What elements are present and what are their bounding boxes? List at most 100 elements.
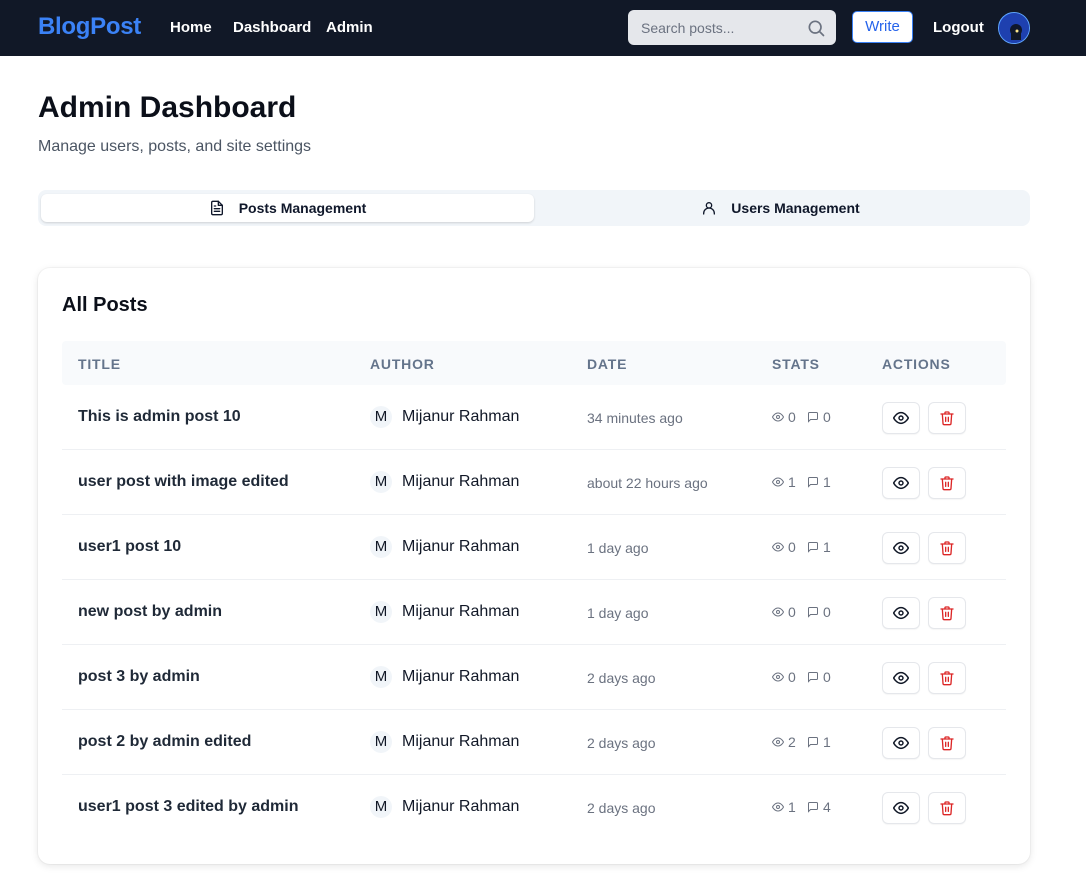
- delete-post-button[interactable]: [928, 727, 966, 759]
- column-header-author: AUTHOR: [370, 356, 435, 372]
- author-avatar: M: [370, 731, 392, 753]
- trash-icon: [940, 801, 954, 816]
- tab-label: Users Management: [731, 200, 860, 216]
- comment-icon: [808, 412, 818, 423]
- delete-post-button[interactable]: [928, 597, 966, 629]
- delete-post-button[interactable]: [928, 532, 966, 564]
- post-stats: 0 0: [772, 604, 831, 620]
- view-count: 1: [788, 799, 796, 815]
- eye-icon: [893, 411, 909, 425]
- post-title[interactable]: This is admin post 10: [78, 408, 241, 426]
- post-stats: 0 1: [772, 539, 831, 555]
- trash-icon: [940, 411, 954, 426]
- author-name: Mijanur Rahman: [402, 408, 520, 425]
- trash-icon: [940, 671, 954, 686]
- post-stats: 2 1: [772, 734, 831, 750]
- search-box: [628, 10, 836, 45]
- author-avatar: M: [370, 406, 392, 428]
- write-button[interactable]: Write: [852, 11, 913, 43]
- column-header-stats: STATS: [772, 356, 820, 372]
- author-avatar: M: [370, 796, 392, 818]
- view-count: 2: [788, 734, 796, 750]
- post-title[interactable]: user post with image edited: [78, 473, 289, 491]
- view-post-button[interactable]: [882, 727, 920, 759]
- eye-icon: [772, 737, 784, 747]
- delete-post-button[interactable]: [928, 402, 966, 434]
- author-name: Mijanur Rahman: [402, 668, 520, 685]
- author-name: Mijanur Rahman: [402, 603, 520, 620]
- view-count: 0: [788, 604, 796, 620]
- column-header-actions: ACTIONS: [882, 356, 951, 372]
- file-text-icon: [210, 200, 223, 216]
- eye-icon: [772, 607, 784, 617]
- nav-link-admin[interactable]: Admin: [326, 19, 373, 36]
- eye-icon: [893, 606, 909, 620]
- post-date: about 22 hours ago: [587, 475, 708, 491]
- post-date: 2 days ago: [587, 735, 656, 751]
- comment-count: 0: [823, 604, 831, 620]
- nav-link-home[interactable]: Home: [170, 19, 212, 36]
- view-post-button[interactable]: [882, 467, 920, 499]
- tab-users-management[interactable]: Users Management: [534, 194, 1027, 222]
- post-date: 2 days ago: [587, 670, 656, 686]
- author-name: Mijanur Rahman: [402, 473, 520, 490]
- post-date: 1 day ago: [587, 540, 649, 556]
- post-title[interactable]: post 2 by admin edited: [78, 733, 251, 751]
- table-row: user post with image edited M Mijanur Ra…: [62, 450, 1006, 515]
- view-count: 1: [788, 474, 796, 490]
- trash-icon: [940, 541, 954, 556]
- author-name: Mijanur Rahman: [402, 798, 520, 815]
- comment-count: 4: [823, 799, 831, 815]
- post-title[interactable]: new post by admin: [78, 603, 222, 621]
- avatar-image: [999, 13, 1029, 43]
- comment-icon: [808, 477, 818, 488]
- author-name: Mijanur Rahman: [402, 538, 520, 555]
- comment-count: 1: [823, 734, 831, 750]
- post-date: 2 days ago: [587, 800, 656, 816]
- user-avatar[interactable]: [998, 12, 1030, 44]
- view-post-button[interactable]: [882, 597, 920, 629]
- delete-post-button[interactable]: [928, 662, 966, 694]
- post-title[interactable]: post 3 by admin: [78, 668, 200, 686]
- search-input[interactable]: [628, 10, 798, 45]
- comment-count: 0: [823, 409, 831, 425]
- column-header-date: DATE: [587, 356, 628, 372]
- search-icon[interactable]: [806, 18, 826, 38]
- post-stats: 1 1: [772, 474, 831, 490]
- delete-post-button[interactable]: [928, 792, 966, 824]
- author-avatar: M: [370, 536, 392, 558]
- comment-count: 0: [823, 669, 831, 685]
- post-date: 1 day ago: [587, 605, 649, 621]
- column-header-title: TITLE: [78, 356, 121, 372]
- eye-icon: [772, 672, 784, 682]
- post-date: 34 minutes ago: [587, 410, 683, 426]
- view-post-button[interactable]: [882, 402, 920, 434]
- logout-button[interactable]: Logout: [933, 19, 984, 36]
- comment-icon: [808, 542, 818, 553]
- view-post-button[interactable]: [882, 792, 920, 824]
- author-name: Mijanur Rahman: [402, 733, 520, 750]
- post-title[interactable]: user1 post 10: [78, 538, 181, 556]
- page-title: Admin Dashboard: [38, 91, 297, 124]
- author-avatar: M: [370, 601, 392, 623]
- table-row: post 2 by admin edited M Mijanur Rahman …: [62, 710, 1006, 775]
- eye-icon: [893, 541, 909, 555]
- page-subtitle: Manage users, posts, and site settings: [38, 138, 312, 155]
- nav-link-dashboard[interactable]: Dashboard: [233, 19, 311, 36]
- view-post-button[interactable]: [882, 532, 920, 564]
- table-body: This is admin post 10 M Mijanur Rahman 3…: [62, 385, 1006, 840]
- tab-posts-management[interactable]: Posts Management: [41, 194, 534, 222]
- eye-icon: [772, 542, 784, 552]
- delete-post-button[interactable]: [928, 467, 966, 499]
- comment-icon: [808, 802, 818, 813]
- table-row: user1 post 10 M Mijanur Rahman 1 day ago…: [62, 515, 1006, 580]
- navbar: BlogPost Home Dashboard Admin Write Logo…: [0, 0, 1086, 56]
- table-row: user1 post 3 edited by admin M Mijanur R…: [62, 775, 1006, 840]
- user-icon: [703, 202, 716, 215]
- view-post-button[interactable]: [882, 662, 920, 694]
- brand-logo[interactable]: BlogPost: [38, 13, 141, 41]
- trash-icon: [940, 476, 954, 491]
- post-stats: 0 0: [772, 669, 831, 685]
- post-title[interactable]: user1 post 3 edited by admin: [78, 798, 299, 816]
- tab-list: Posts Management Users Management: [38, 190, 1030, 226]
